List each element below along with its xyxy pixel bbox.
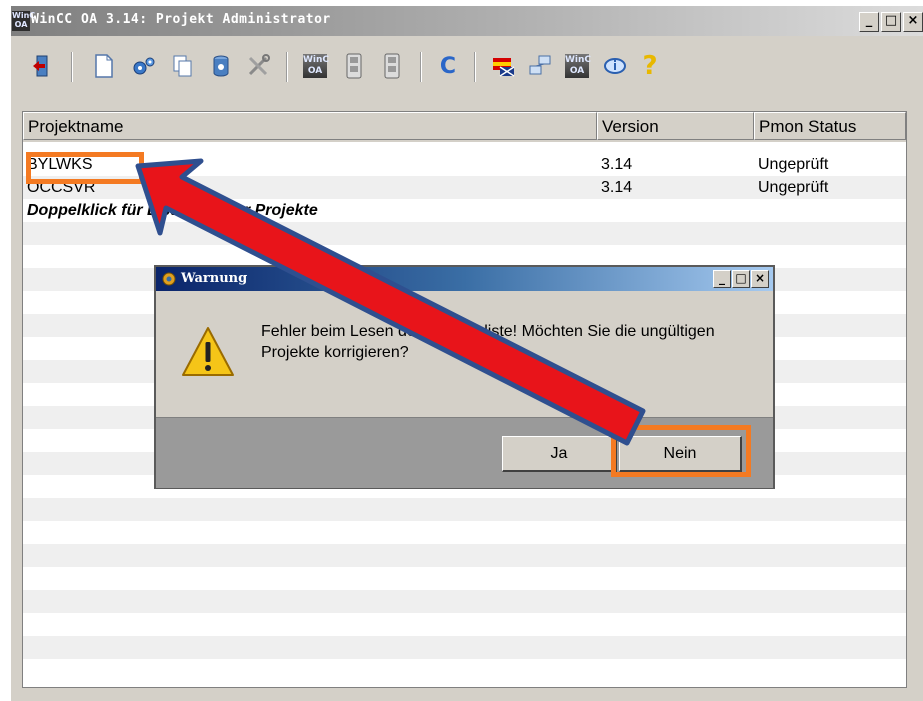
dialog-window-controls: _ □ × — [713, 270, 769, 288]
project-version: 3.14 — [601, 156, 633, 173]
gear-icon — [162, 272, 176, 286]
table-row[interactable]: OCCSVR 3.14 Ungeprüft — [23, 176, 906, 199]
help-icon[interactable]: ? — [636, 51, 664, 81]
winccoa-icon[interactable]: WinC OA — [301, 52, 329, 80]
language-icon[interactable] — [490, 52, 518, 80]
empty-row — [23, 590, 906, 613]
info-icon[interactable] — [601, 52, 629, 80]
toolbar-separator — [420, 52, 422, 82]
database-icon[interactable] — [207, 52, 235, 80]
table-row[interactable]: BYLWKS 3.14 Ungeprüft — [23, 153, 906, 176]
empty-row — [23, 567, 906, 590]
empty-row — [23, 636, 906, 659]
project-version: 3.14 — [601, 179, 633, 196]
empty-row — [23, 498, 906, 521]
toolbar-separator — [286, 52, 288, 82]
highlight-bylwks-row — [26, 152, 144, 184]
dialog-close-button[interactable]: × — [751, 270, 769, 288]
empty-row — [23, 222, 906, 245]
dialog-title: Warnung — [181, 271, 248, 286]
tools-icon[interactable] — [245, 52, 273, 80]
project-status: Ungeprüft — [758, 179, 829, 196]
toolbar-separator — [474, 52, 476, 82]
settings-cogs-icon[interactable] — [130, 52, 158, 80]
exit-icon[interactable] — [29, 52, 57, 80]
dialog-maximize-button[interactable]: □ — [732, 270, 750, 288]
winccoa-label: WinC OA — [303, 54, 330, 78]
empty-row — [23, 613, 906, 636]
server-icon[interactable] — [340, 52, 368, 80]
network-icon[interactable] — [526, 52, 554, 80]
window-title: WinCC OA 3.14: Projekt Administrator — [31, 12, 331, 27]
dialog-title-bar[interactable]: Warnung _ □ × — [156, 267, 773, 291]
winccoa-info-icon[interactable]: WinC OA — [563, 52, 591, 80]
highlight-nein-button — [611, 425, 751, 477]
copy-project-icon[interactable] — [169, 52, 197, 80]
warning-icon — [182, 327, 234, 376]
toolbar: WinC OA C WinC OA ? — [11, 44, 923, 88]
maximize-button[interactable]: □ — [881, 12, 901, 32]
empty-row — [23, 659, 906, 682]
refresh-glyph: C — [439, 53, 457, 79]
list-more-projects-row[interactable]: Doppelklick für Liste weiterer Projekte — [23, 199, 906, 222]
list-more-projects-hint: Doppelklick für Liste weiterer Projekte — [27, 202, 318, 219]
new-project-icon[interactable] — [90, 52, 118, 80]
winccoa-label: WinC OA — [565, 54, 592, 78]
refresh-icon[interactable]: C — [434, 52, 462, 80]
toolbar-separator — [71, 52, 73, 82]
table-header: Projektname Version Pmon Status — [23, 112, 906, 142]
column-header-projektname[interactable]: Projektname — [23, 112, 597, 140]
column-header-pmon-status[interactable]: Pmon Status — [754, 112, 906, 140]
title-bar[interactable]: WinC OA WinCC OA 3.14: Projekt Administr… — [11, 6, 923, 36]
dialog-minimize-button[interactable]: _ — [713, 270, 731, 288]
yes-button[interactable]: Ja — [502, 436, 617, 472]
close-button[interactable]: × — [903, 12, 923, 32]
minimize-button[interactable]: _ — [859, 12, 879, 32]
server-alt-icon[interactable] — [378, 52, 406, 80]
empty-row — [23, 544, 906, 567]
empty-row — [23, 521, 906, 544]
window-controls: _ □ × — [859, 12, 923, 32]
column-header-version[interactable]: Version — [597, 112, 754, 140]
dialog-message: Fehler beim Lesen der Projekteliste! Möc… — [261, 323, 715, 361]
help-glyph: ? — [642, 51, 658, 81]
winccoa-app-icon: WinC OA — [12, 11, 36, 31]
project-status: Ungeprüft — [758, 156, 829, 173]
